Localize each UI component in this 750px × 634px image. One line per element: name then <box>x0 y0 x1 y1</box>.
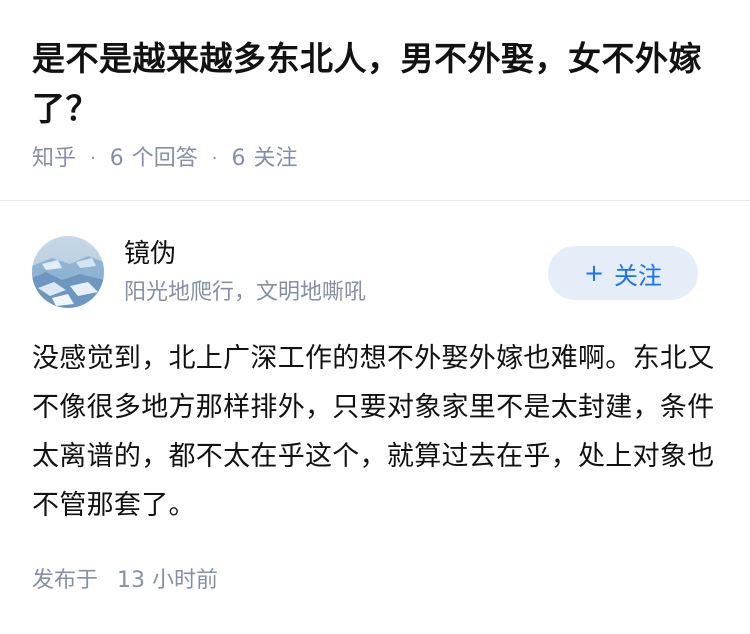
plus-icon: + <box>583 259 605 287</box>
separator-dot: · <box>90 148 96 169</box>
avatar[interactable] <box>32 236 104 308</box>
follow-label: 关注 <box>614 261 663 290</box>
published-label: 发布于 <box>32 568 99 593</box>
answers-label[interactable]: 个回答 <box>132 143 198 175</box>
avatar-image <box>32 236 104 308</box>
answers-count: 6 <box>109 146 124 171</box>
question-meta: 知乎 · 6 个回答 · 6 关注 <box>32 143 298 175</box>
followers-count: 6 <box>231 146 246 171</box>
author-row: 镜伪 阳光地爬行，文明地嘶吼 + 关注 <box>32 236 718 308</box>
question-header: 是不是越来越多东北人，男不外娶，女不外嫁了？ <box>32 34 722 134</box>
author-name[interactable]: 镜伪 <box>124 236 176 272</box>
source-label[interactable]: 知乎 <box>32 143 76 175</box>
answer-content: 没感觉到，北上广深工作的想不外娶外嫁也难啊。东北又不像很多地方那样排外，只要对象… <box>32 343 715 521</box>
published-time: 13 小时前 <box>117 568 219 593</box>
separator-dot: · <box>211 148 218 169</box>
section-divider <box>0 200 750 201</box>
followers-label[interactable]: 关注 <box>254 143 298 175</box>
author-bio: 阳光地爬行，文明地嘶吼 <box>124 280 367 305</box>
follow-button[interactable]: + 关注 <box>548 246 698 300</box>
answer-footer: 发布于 13 小时前 <box>32 565 218 597</box>
question-title[interactable]: 是不是越来越多东北人，男不外娶，女不外嫁了？ <box>32 34 722 134</box>
